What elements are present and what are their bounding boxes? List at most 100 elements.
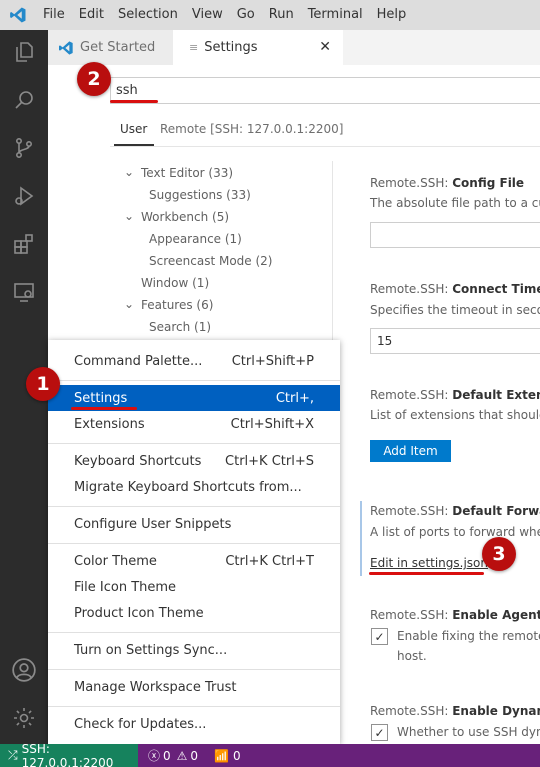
setting-agent-forwarding-description: Enable fixing the remote	[397, 629, 540, 643]
setting-default-extensions-title: Remote.SSH: Default Extensio	[370, 388, 540, 402]
menu-edit[interactable]: Edit	[72, 0, 111, 30]
setting-config-file-description: The absolute file path to a cus	[370, 196, 540, 210]
problems-indicator[interactable]: ⓧ 0 ⚠ 0	[148, 744, 198, 767]
ports-count: 0	[232, 748, 241, 763]
menu-help[interactable]: Help	[370, 0, 414, 30]
annotation-step-3-badge: 3	[482, 537, 516, 571]
toc-screencast-mode[interactable]: Screencast Mode (2)	[149, 254, 273, 268]
remote-host-label: SSH: 127.0.0.1:2200	[21, 741, 114, 767]
setting-default-forward-description: A list of ports to forward wher	[370, 525, 540, 539]
setting-config-file-title: Remote.SSH: Config File	[370, 176, 525, 190]
setting-default-extensions-description: List of extensions that should	[370, 408, 540, 422]
toc-suggestions[interactable]: Suggestions (33)	[149, 188, 251, 202]
menu-item-color-theme[interactable]: Color Theme Ctrl+K Ctrl+T	[48, 548, 340, 574]
connect-timeout-input[interactable]: 15	[370, 328, 540, 354]
settings-file-icon: ≡	[189, 41, 199, 54]
setting-agent-forwarding-description-2: host.	[397, 649, 427, 663]
search-icon[interactable]	[0, 78, 48, 122]
setting-dynamic-forwarding-description: Whether to use SSH dyna	[397, 725, 540, 739]
menu-item-check-for-updates[interactable]: Check for Updates...	[48, 711, 340, 737]
menu-view[interactable]: View	[185, 0, 230, 30]
tab-remote-settings[interactable]: Remote [SSH: 127.0.0.1:2200]	[160, 122, 343, 136]
menu-separator	[48, 632, 340, 633]
tab-settings[interactable]: ≡ Settings ✕	[173, 30, 343, 65]
menu-file[interactable]: File	[36, 0, 72, 30]
active-tab-indicator	[114, 144, 154, 146]
menu-selection[interactable]: Selection	[111, 0, 185, 30]
tab-label: Settings	[204, 40, 258, 55]
add-item-button[interactable]: Add Item	[370, 440, 451, 462]
settings-search-input[interactable]	[111, 78, 540, 103]
menu-separator	[48, 506, 340, 507]
setting-connect-timeout-title: Remote.SSH: Connect Timeou	[370, 282, 540, 296]
annotation-step-1-badge: 1	[26, 367, 60, 401]
agent-forwarding-checkbox[interactable]: ✓	[371, 628, 388, 645]
manage-context-menu: Command Palette... Ctrl+Shift+P Settings…	[48, 340, 340, 744]
manage-gear-icon[interactable]	[0, 696, 48, 740]
settings-scope-tabs: User Remote [SSH: 127.0.0.1:2200]	[110, 112, 540, 147]
settings-search-field[interactable]	[110, 77, 540, 104]
explorer-icon[interactable]	[0, 30, 48, 74]
toc-features[interactable]: Features (6)	[141, 298, 213, 312]
annotation-step-2-badge: 2	[77, 62, 111, 96]
menu-terminal[interactable]: Terminal	[301, 0, 370, 30]
vscode-tab-icon	[59, 40, 73, 55]
toc-chevron-icon[interactable]: ⌄	[124, 209, 134, 223]
toc-workbench[interactable]: Workbench (5)	[141, 210, 229, 224]
toc-chevron-icon[interactable]: ⌄	[124, 165, 134, 179]
menu-item-product-icon-theme[interactable]: Product Icon Theme	[48, 600, 340, 626]
menu-run[interactable]: Run	[262, 0, 301, 30]
config-file-input[interactable]	[370, 222, 540, 248]
menu-item-migrate-keyboard-shortcuts[interactable]: Migrate Keyboard Shortcuts from...	[48, 474, 340, 500]
menu-separator	[48, 443, 340, 444]
menu-item-settings-sync[interactable]: Turn on Settings Sync...	[48, 637, 340, 663]
menu-separator	[48, 380, 340, 381]
annotation-underline-search	[110, 100, 158, 103]
dynamic-forwarding-checkbox[interactable]: ✓	[371, 724, 388, 741]
toc-search[interactable]: Search (1)	[149, 320, 211, 334]
setting-dynamic-forwarding-title: Remote.SSH: Enable Dynamic	[370, 704, 540, 718]
error-icon: ⓧ	[148, 749, 161, 763]
remote-indicator[interactable]: ⤮ SSH: 127.0.0.1:2200	[0, 741, 138, 767]
source-control-icon[interactable]	[0, 126, 48, 170]
title-bar: File Edit Selection View Go Run Terminal…	[0, 0, 540, 30]
annotation-underline-edit-link	[369, 572, 484, 575]
menu-separator	[48, 706, 340, 707]
annotation-underline-settings	[71, 407, 137, 410]
error-count: 0	[163, 748, 171, 763]
focused-setting-indicator	[360, 501, 362, 576]
remote-icon: ⤮	[8, 748, 18, 762]
menu-item-extensions[interactable]: Extensions Ctrl+Shift+X	[48, 411, 340, 437]
vscode-logo-icon	[0, 0, 36, 30]
warning-count: 0	[190, 748, 199, 763]
menu-item-command-palette[interactable]: Command Palette... Ctrl+Shift+P	[48, 348, 340, 374]
menu-item-keyboard-shortcuts[interactable]: Keyboard Shortcuts Ctrl+K Ctrl+S	[48, 448, 340, 474]
edit-in-settings-json-link[interactable]: Edit in settings.json	[370, 556, 488, 570]
setting-agent-forwarding-title: Remote.SSH: Enable Agent Fo	[370, 608, 540, 622]
toc-appearance[interactable]: Appearance (1)	[149, 232, 242, 246]
editor-tabs: Get Started ≡ Settings ✕	[48, 30, 540, 65]
menu-item-configure-user-snippets[interactable]: Configure User Snippets	[48, 511, 340, 537]
extensions-icon[interactable]	[0, 222, 48, 266]
broadcast-icon: 📶	[214, 748, 229, 763]
tab-user-settings[interactable]: User	[120, 122, 147, 136]
run-debug-icon[interactable]	[0, 174, 48, 218]
ports-indicator[interactable]: 📶 0	[214, 744, 241, 767]
toc-window[interactable]: Window (1)	[141, 276, 209, 290]
accounts-icon[interactable]	[0, 648, 48, 692]
warning-icon: ⚠	[176, 748, 188, 763]
menu-separator	[48, 669, 340, 670]
status-bar: ⤮ SSH: 127.0.0.1:2200 ⓧ 0 ⚠ 0 📶 0	[0, 741, 540, 767]
remote-explorer-icon[interactable]	[0, 270, 48, 314]
menu-item-file-icon-theme[interactable]: File Icon Theme	[48, 574, 340, 600]
menu-item-manage-workspace-trust[interactable]: Manage Workspace Trust	[48, 674, 340, 700]
menu-separator	[48, 543, 340, 544]
menu-go[interactable]: Go	[230, 0, 262, 30]
close-icon[interactable]: ✕	[319, 39, 331, 55]
setting-default-forward-title: Remote.SSH: Default Forward	[370, 504, 540, 518]
toc-text-editor[interactable]: Text Editor (33)	[141, 166, 233, 180]
setting-connect-timeout-description: Specifies the timeout in secon	[370, 303, 540, 317]
tab-label: Get Started	[80, 40, 156, 55]
toc-chevron-icon[interactable]: ⌄	[124, 297, 134, 311]
tab-get-started[interactable]: Get Started	[48, 30, 173, 65]
